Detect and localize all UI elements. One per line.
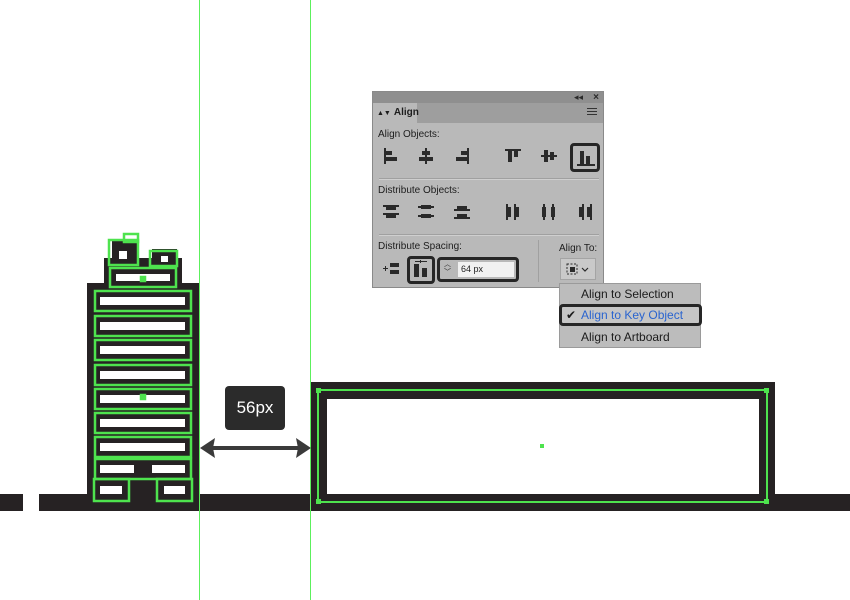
checkmark-icon: ✔ — [566, 308, 577, 322]
distribute-objects-label: Distribute Objects: — [378, 185, 460, 196]
tab-expand-icon: ▲▼ — [377, 110, 391, 117]
panel-tabbar: ▲▼ Align — [373, 103, 603, 123]
align-to-button[interactable] — [560, 258, 596, 280]
menu-item-align-to-selection[interactable]: Align to Selection — [560, 284, 700, 306]
align-to-label: Align To: — [559, 243, 598, 254]
vertical-align-bottom-icon[interactable] — [570, 143, 600, 172]
horizontal-distribute-space-icon[interactable] — [407, 256, 435, 284]
menu-item-align-to-key-object-label: Align to Key Object — [581, 308, 684, 322]
spacing-input[interactable]: 64 px — [458, 262, 514, 277]
wide-frame-object[interactable] — [311, 382, 775, 511]
distribute-spacing-label: Distribute Spacing: — [378, 241, 462, 252]
divider — [538, 240, 539, 282]
horizontal-distribute-right-icon[interactable] — [574, 202, 598, 224]
spacing-field[interactable]: ︿ ﹀ 64 px — [437, 257, 519, 282]
artboard-canvas[interactable] — [0, 0, 850, 600]
double-chevron-icon[interactable]: ◂◂ — [574, 92, 583, 103]
vertical-distribute-space-icon[interactable] — [380, 259, 404, 281]
menu-item-align-to-artboard[interactable]: Align to Artboard — [560, 327, 700, 349]
vertical-distribute-bottom-icon[interactable] — [451, 202, 475, 224]
align-objects-label: Align Objects: — [378, 129, 440, 140]
divider — [379, 234, 599, 236]
vertical-align-center-icon[interactable] — [538, 146, 562, 168]
menu-item-align-to-key-object[interactable]: ✔ Align to Key Object — [559, 304, 702, 326]
close-icon[interactable]: × — [593, 92, 599, 103]
tab-align-label: Align — [393, 107, 419, 118]
hamburger-menu-icon[interactable] — [587, 108, 597, 117]
tab-align[interactable]: ▲▼ Align — [373, 103, 419, 123]
measurement-double-arrow-icon — [200, 438, 311, 458]
measure-tooltip: 56px — [225, 386, 285, 430]
horizontal-distribute-center-icon[interactable] — [538, 202, 562, 224]
horizontal-align-right-icon[interactable] — [451, 146, 475, 168]
vertical-distribute-top-icon[interactable] — [380, 202, 404, 224]
align-to-dropdown[interactable]: Align to Selection ✔ Align to Key Object … — [559, 283, 702, 349]
vertical-distribute-center-icon[interactable] — [415, 202, 439, 224]
horizontal-align-left-icon[interactable] — [380, 146, 404, 168]
divider — [379, 178, 599, 180]
panel-titlebar[interactable]: ◂◂ × — [373, 92, 603, 103]
horizontal-align-center-icon[interactable] — [415, 146, 439, 168]
ground-gap — [23, 494, 39, 511]
spacing-stepper-icon[interactable]: ︿ ﹀ — [444, 261, 451, 277]
horizontal-distribute-left-icon[interactable] — [502, 202, 526, 224]
vertical-align-top-icon[interactable] — [502, 146, 526, 168]
